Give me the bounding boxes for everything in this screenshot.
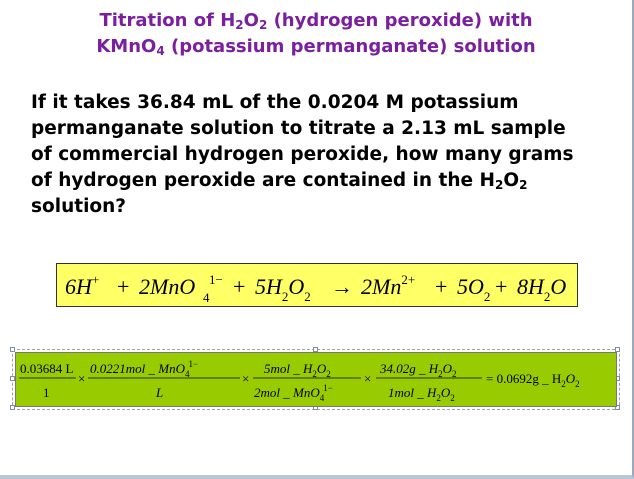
title-line-1: Titration of H2O2 (hydrogen peroxide) wi… (99, 10, 533, 32)
question-line-4: of hydrogen peroxide are contained in th… (31, 170, 528, 192)
balanced-equation-box: 6H+ + 2MnO 4 1− + 5H2O2 → 2Mn2+ + 5O2 + … (56, 263, 578, 307)
question-line-2: permanganate solution to titrate a 2.13 … (31, 118, 566, 139)
f1-numerator: 0.03684 L (20, 361, 74, 376)
f2-denominator: L (155, 385, 163, 400)
f1-denominator: 1 (43, 385, 50, 400)
slide: Titration of H2O2 (hydrogen peroxide) wi… (0, 0, 634, 479)
question-line-3: of commercial hydrogen peroxide, how man… (31, 144, 574, 165)
eq-plus-1: + (117, 274, 129, 299)
times-2: × (242, 371, 249, 386)
eq-plus-4: + (495, 274, 507, 299)
eq-sup-1minus: 1− (209, 272, 223, 287)
eq-term-2mno4: 2MnO (139, 274, 195, 299)
f4-numerator: 34.02g _ H2O2 (379, 361, 457, 379)
result: = 0.0692g _ H2O2 (486, 371, 580, 389)
f2-numerator: 0.0221mol _ MnO41− (90, 359, 198, 379)
eq-sub-4: 4 (203, 290, 210, 305)
eq-term-5h2o2: 5H2O2 (255, 274, 311, 304)
eq-plus-2: + (233, 274, 245, 299)
slide-title: Titration of H2O2 (hydrogen peroxide) wi… (10, 8, 622, 60)
eq-arrow: → (331, 274, 353, 299)
question-line-1: If it takes 36.84 mL of the 0.0204 M pot… (31, 92, 519, 113)
question-line-5: solution? (31, 196, 127, 217)
f4-denominator: 1mol _ H2O2 (388, 385, 455, 403)
question-text: If it takes 36.84 mL of the 0.0204 M pot… (31, 90, 621, 220)
f3-denominator: 2mol _ MnO41− (254, 383, 333, 403)
eq-term-8h2o: 8H2O (517, 274, 566, 304)
f3-numerator: 5mol _ H2O2 (264, 361, 331, 379)
eq-term-5o2: 5O2 (457, 274, 490, 304)
times-3: × (364, 371, 371, 386)
eq-term-2mn: 2Mn2+ (361, 272, 415, 299)
title-line-2: KMnO4 (potassium permanganate) solution (96, 36, 536, 58)
calculation-equation: 0.03684 L 1 × 0.0221mol _ MnO41− L × 5mo… (19, 359, 580, 403)
times-1: × (78, 371, 85, 386)
balanced-equation: 6H+ + 2MnO 4 1− + 5H2O2 → 2Mn2+ + 5O2 + … (65, 272, 566, 305)
dimensional-analysis-calculation[interactable]: 0.03684 L 1 × 0.0221mol _ MnO41− L × 5mo… (15, 352, 617, 407)
eq-plus-3: + (435, 274, 447, 299)
eq-term-6h: 6H+ (65, 272, 99, 299)
